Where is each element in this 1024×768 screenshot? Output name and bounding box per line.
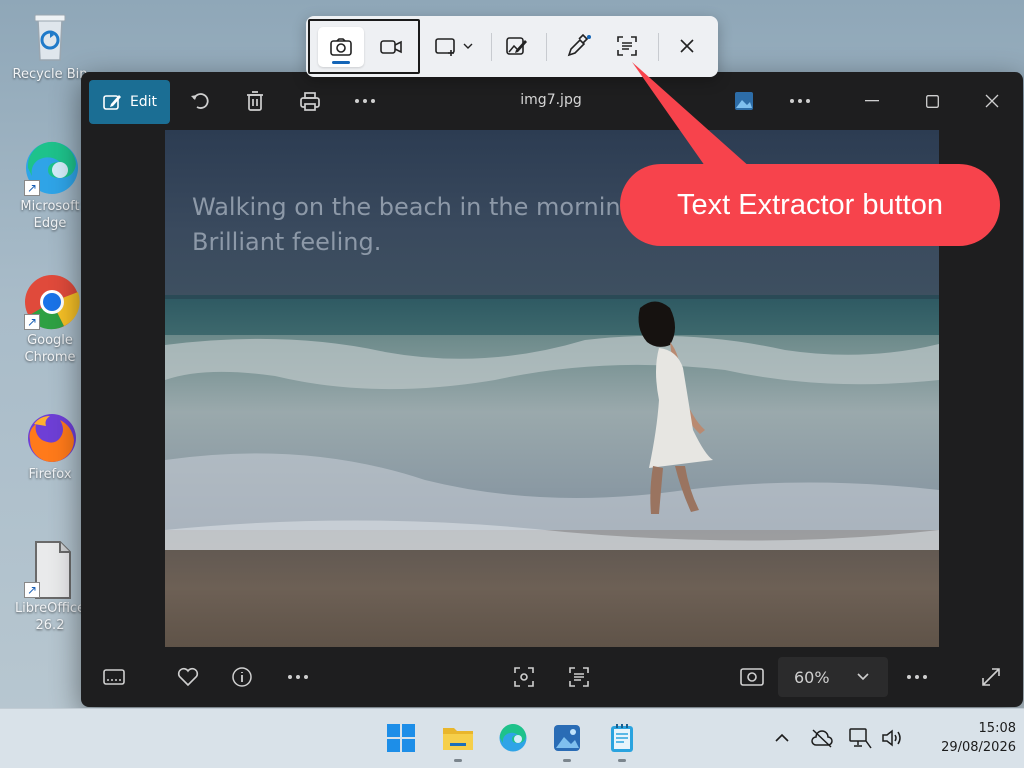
recycle-bin-icon (20, 6, 80, 66)
fullscreen-icon[interactable] (978, 664, 1004, 690)
annotation-callout: Text Extractor button (620, 164, 1000, 246)
caption-line: Walking on the beach in the morning. (192, 193, 644, 221)
text-extractor-button[interactable] (615, 31, 639, 61)
text-extract-icon[interactable] (566, 664, 592, 690)
edit-image-icon (103, 95, 121, 110)
photos-bottom-bar: 60% (81, 647, 1023, 707)
folder-icon (443, 728, 473, 750)
toolbar-separator (546, 33, 547, 61)
desktop-icon-chrome[interactable]: ↗ Google Chrome (8, 272, 92, 366)
desktop-icon-libreoffice[interactable]: ↗ LibreOffice 26.2 (8, 540, 92, 634)
color-picker-icon (567, 34, 591, 57)
windows-logo-icon (387, 724, 415, 752)
running-indicator (454, 759, 462, 762)
active-indicator (332, 61, 350, 64)
clock-date: 29/08/2026 (941, 740, 1016, 755)
photo-caption: Walking on the beach in the morning. Bri… (192, 190, 643, 260)
chevron-down-icon (857, 673, 869, 681)
more-options-icon[interactable] (285, 664, 311, 690)
toolbar-separator (491, 33, 492, 61)
close-window-icon[interactable] (979, 88, 1005, 114)
taskbar-file-explorer[interactable] (441, 721, 475, 762)
info-icon[interactable] (229, 664, 255, 690)
snipping-tool-bar (306, 16, 718, 77)
color-picker-button[interactable] (564, 31, 592, 61)
more-options-icon[interactable] (787, 88, 813, 114)
minimize-icon[interactable] (859, 88, 885, 114)
favorite-heart-icon[interactable] (175, 664, 201, 690)
taskbar-notepad[interactable] (605, 721, 639, 762)
edit-label: Edit (129, 94, 158, 110)
caption-line: Brilliant feeling. (192, 228, 382, 256)
edge-icon: ↗ (20, 138, 80, 198)
desktop-icon-label: LibreOffice 26.2 (14, 601, 86, 633)
edit-button[interactable]: Edit (89, 80, 170, 124)
network-icon[interactable] (848, 726, 872, 750)
image-thumbnail-icon[interactable] (731, 88, 757, 114)
edge-icon (499, 723, 527, 752)
desktop-icon-firefox[interactable]: Firefox (8, 406, 92, 483)
actual-size-icon[interactable] (739, 664, 765, 690)
filmstrip-icon[interactable] (101, 664, 127, 690)
libreoffice-icon: ↗ (20, 540, 80, 600)
visual-search-icon[interactable] (511, 664, 537, 690)
chrome-icon: ↗ (20, 272, 80, 332)
cloud-offline-icon[interactable] (810, 726, 834, 750)
zoom-value: 60% (794, 667, 830, 687)
screenshot-mode-button[interactable] (318, 27, 364, 67)
more-options-icon[interactable] (904, 664, 930, 690)
shortcut-arrow-icon: ↗ (24, 180, 40, 196)
more-options-icon[interactable] (352, 88, 378, 114)
desktop-icon-recycle-bin[interactable]: Recycle Bin (8, 6, 92, 83)
camera-icon (330, 38, 352, 56)
text-extractor-icon (617, 36, 637, 56)
delete-icon[interactable] (242, 88, 268, 114)
close-snip-button[interactable] (677, 31, 697, 61)
toolbar-separator (658, 33, 659, 61)
rotate-icon[interactable] (187, 88, 213, 114)
desktop-icon-edge[interactable]: ↗ Microsoft Edge (8, 138, 92, 232)
snip-mode-group (308, 19, 420, 74)
show-hidden-icons-chevron-up-icon[interactable] (770, 726, 794, 750)
clock-time: 15:08 (978, 721, 1016, 736)
desktop-icon-label: Microsoft Edge (20, 199, 80, 231)
photos-toolbar: Edit img7.jpg (81, 72, 1023, 130)
desktop-icon-label: Google Chrome (24, 333, 76, 365)
zoom-dropdown[interactable]: 60% (778, 657, 888, 697)
volume-icon[interactable] (880, 726, 904, 750)
shortcut-arrow-icon: ↗ (24, 314, 40, 330)
system-clock[interactable]: 15:08 29/08/2026 (916, 719, 1016, 757)
close-icon (680, 39, 694, 53)
rectangle-snip-icon (435, 38, 473, 56)
video-mode-button[interactable] (368, 27, 414, 67)
maximize-icon[interactable] (919, 88, 945, 114)
notepad-icon (611, 724, 633, 752)
shortcut-arrow-icon: ↗ (24, 582, 40, 598)
file-name: img7.jpg (520, 92, 582, 108)
running-indicator (618, 759, 626, 762)
photos-app-icon (554, 725, 580, 751)
edit-image-icon (506, 37, 527, 55)
video-icon (380, 40, 402, 54)
firefox-icon (20, 406, 80, 466)
print-icon[interactable] (297, 88, 323, 114)
start-button[interactable] (384, 721, 418, 755)
taskbar: 15:08 29/08/2026 (0, 708, 1024, 768)
taskbar-edge[interactable] (496, 721, 530, 755)
running-indicator (563, 759, 571, 762)
desktop-icon-label: Recycle Bin (12, 67, 88, 82)
open-in-editor-button[interactable] (504, 31, 528, 61)
snip-shape-dropdown[interactable] (434, 31, 476, 61)
taskbar-photos[interactable] (550, 721, 584, 762)
desktop-icon-label: Firefox (28, 467, 72, 482)
